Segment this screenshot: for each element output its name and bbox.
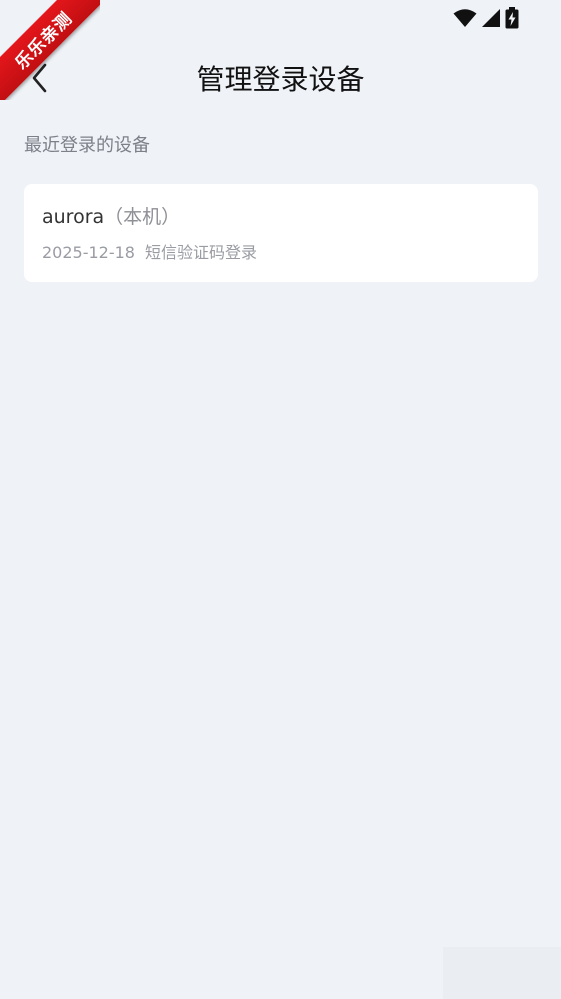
ribbon-text: 乐乐亲测 xyxy=(11,8,77,74)
corner-ribbon: 乐乐亲测 xyxy=(0,0,100,100)
device-name: aurora（本机） xyxy=(42,204,180,230)
signal-icon xyxy=(481,8,501,32)
corner-fade xyxy=(443,947,561,999)
device-meta: 2025-12-18 短信验证码登录 xyxy=(42,242,257,264)
device-name-text: aurora xyxy=(42,206,105,228)
login-method: 短信验证码登录 xyxy=(144,243,257,262)
login-date: 2025-12-18 xyxy=(42,243,135,262)
status-icons xyxy=(453,7,519,33)
device-card[interactable]: aurora（本机） 2025-12-18 短信验证码登录 xyxy=(24,184,538,282)
local-device-tag: （本机） xyxy=(104,206,181,228)
wifi-icon xyxy=(453,8,477,32)
ribbon-band: 乐乐亲测 xyxy=(0,0,100,100)
battery-charging-icon xyxy=(505,7,519,33)
section-label: 最近登录的设备 xyxy=(24,135,150,156)
